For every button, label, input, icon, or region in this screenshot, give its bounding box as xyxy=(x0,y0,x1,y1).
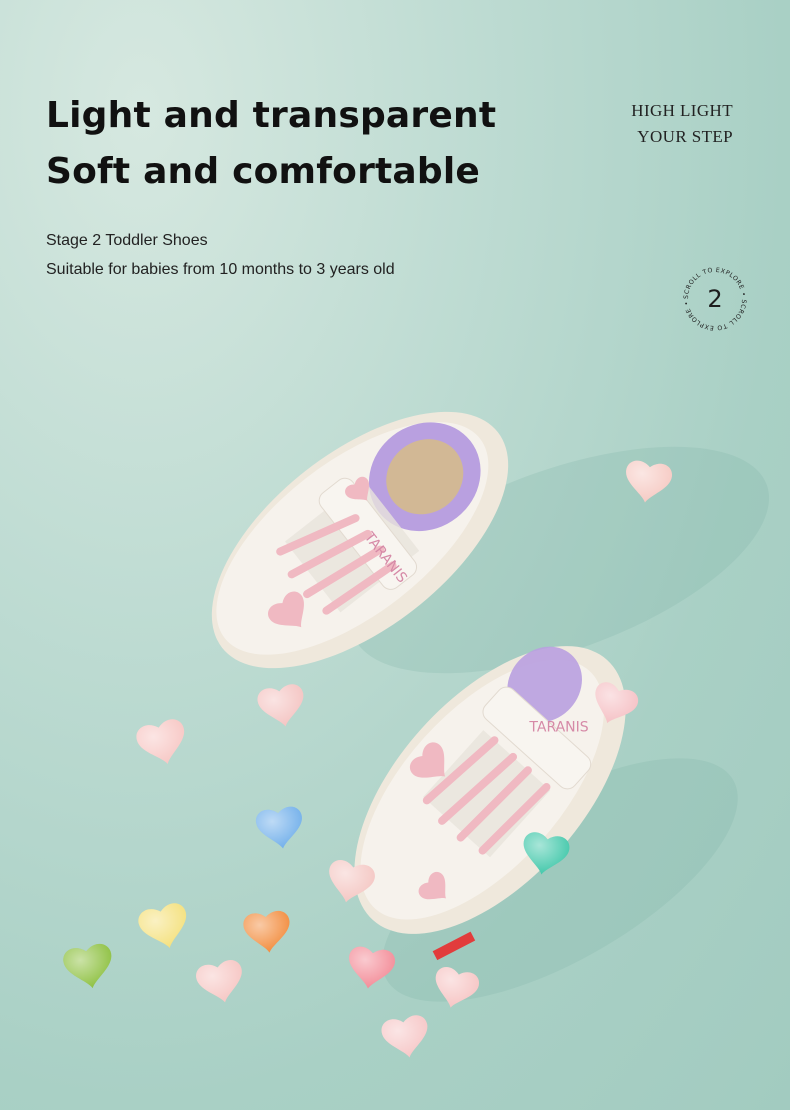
headline-line-2: Soft and comfortable xyxy=(46,151,481,192)
scroll-badge-number: 2 xyxy=(707,285,723,313)
tagline-line-2: YOUR STEP xyxy=(637,127,733,146)
headline: Light and transparent Soft and comfortab… xyxy=(46,88,496,200)
shoe-brand-label-2: TARANIS xyxy=(528,719,588,735)
subtitle-line-2: Suitable for babies from 10 months to 3 … xyxy=(46,261,395,278)
tagline-line-1: HIGH LIGHT xyxy=(631,101,733,120)
tagline: HIGH LIGHT YOUR STEP xyxy=(631,98,733,150)
headline-line-1: Light and transparent xyxy=(46,95,497,136)
product-banner: TARANIS TARANIS Light and transparent So… xyxy=(0,0,790,1110)
subtitle: Stage 2 Toddler Shoes Suitable for babie… xyxy=(46,226,395,284)
subtitle-line-1: Stage 2 Toddler Shoes xyxy=(46,232,208,249)
scroll-badge[interactable]: SCROLL TO EXPLORE • SCROLL TO EXPLORE • … xyxy=(678,262,752,336)
